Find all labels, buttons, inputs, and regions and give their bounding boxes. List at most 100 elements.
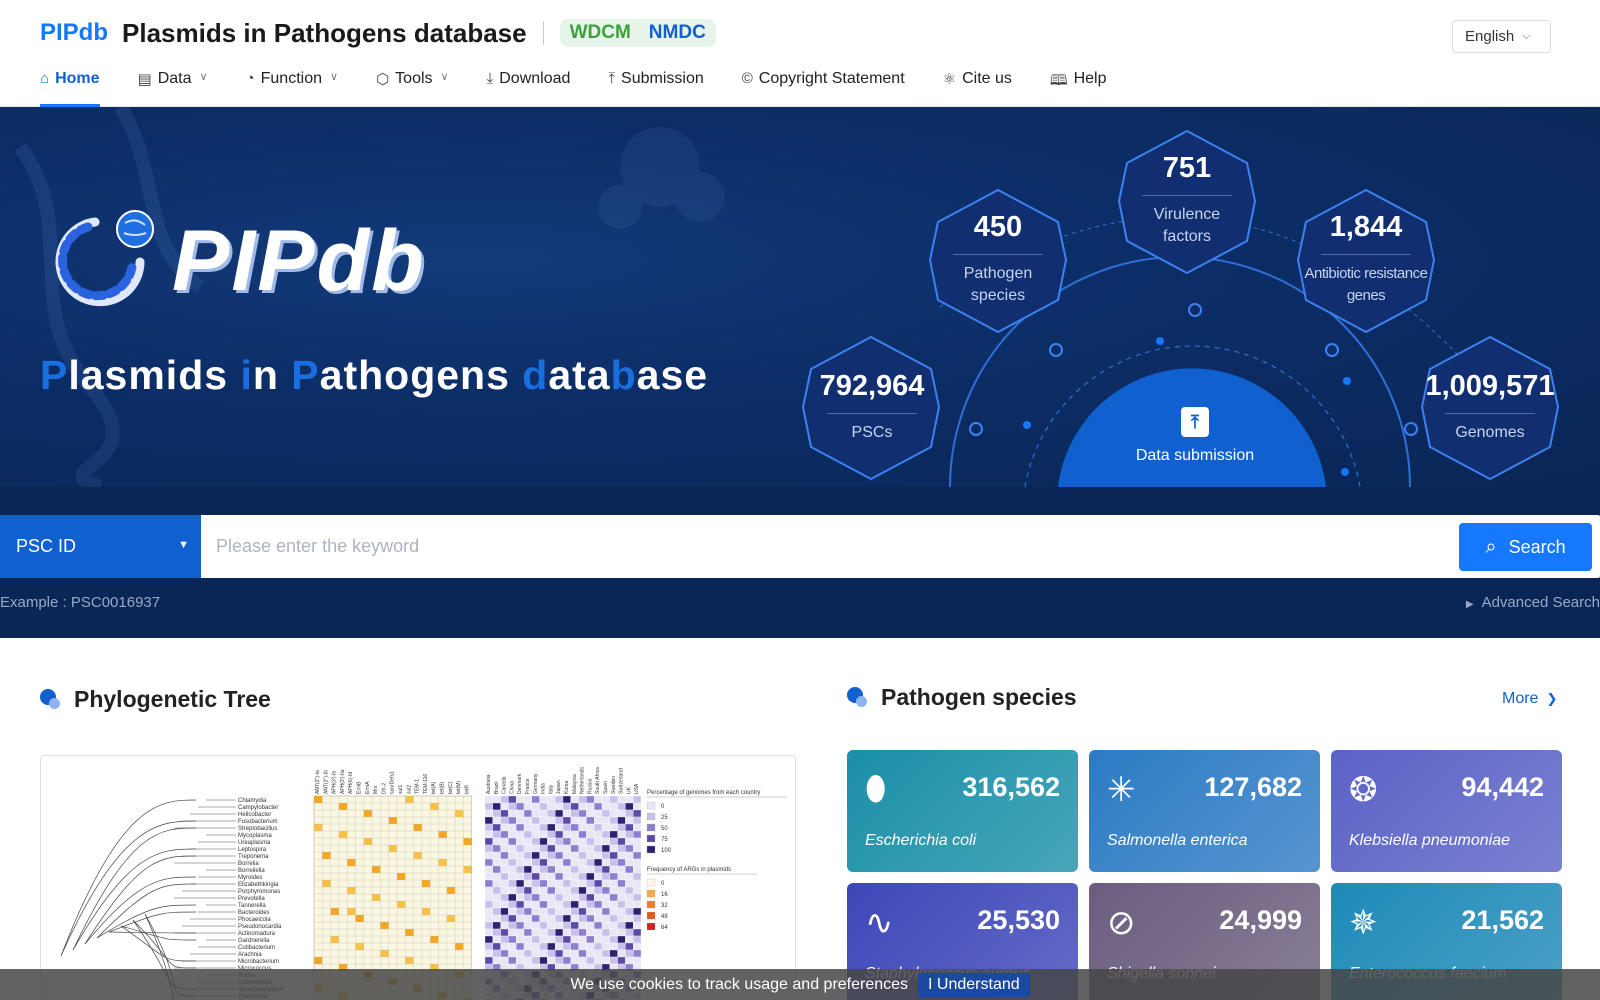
country-heatmap-cell <box>547 879 556 888</box>
phylogenetic-tree-heading: Phylogenetic Tree <box>40 686 271 713</box>
country-heatmap-cell <box>508 914 517 923</box>
country-heatmap-cell <box>523 858 532 867</box>
stat-virulence-factors[interactable]: 751 Virulence factors <box>1117 125 1257 275</box>
country-heatmap-cell <box>523 914 532 923</box>
country-heatmap-cell <box>601 886 610 895</box>
nav-submission[interactable]: ⤒ Submission <box>608 62 703 107</box>
country-heatmap-cell <box>539 921 548 930</box>
arg-heatmap-cell <box>380 950 389 957</box>
country-heatmap-cell <box>562 795 571 804</box>
stat-pscs-value: 792,964 <box>819 370 925 402</box>
wdcm-badge[interactable]: WDCM <box>570 22 631 44</box>
country-heatmap-cell <box>508 802 517 811</box>
phylogenetic-tree-figure[interactable]: Chlamydia Campylobacter Helicobacter Fusoba… <box>40 755 796 1000</box>
stat-virulence-value: 751 <box>1162 152 1212 184</box>
data-submission-button[interactable]: ⤒ Data submission <box>1060 387 1330 487</box>
advanced-search-link[interactable]: ▶ Advanced Search <box>1466 594 1600 611</box>
country-heatmap-cell <box>570 893 579 902</box>
atom-icon: ⚛ <box>942 71 957 88</box>
country-heatmap-cell <box>609 928 618 937</box>
book-icon: 🕮 <box>1049 72 1068 89</box>
country-heatmap-cell <box>516 795 525 804</box>
country-heatmap-cell <box>531 942 540 951</box>
country-heatmap-cell <box>516 837 525 846</box>
download-icon: ⤓ <box>486 70 494 87</box>
tree-gene-label: tet(A) <box>431 781 437 794</box>
country-heatmap-cell <box>492 795 501 804</box>
country-heatmap-cell <box>484 816 493 825</box>
brand[interactable]: PIPdb Plasmids in Pathogens database WDC… <box>40 18 716 48</box>
tree-gene-label: tet(M) <box>456 781 462 794</box>
tree-taxon-label: Mycoplasma <box>238 833 272 839</box>
stat-arg[interactable]: 1,844 Antibiotic resistance genes <box>1296 184 1436 334</box>
country-heatmap-cell <box>500 907 509 916</box>
search-example[interactable]: Example : PSC0016937 <box>0 594 160 611</box>
nav-copyright[interactable]: © Copyright Statement <box>742 62 905 107</box>
language-select[interactable]: English ⌵ <box>1452 20 1551 53</box>
country-heatmap-cell <box>539 823 548 832</box>
search-button[interactable]: ⌕ Search <box>1459 523 1592 571</box>
arg-heatmap-cell <box>397 901 406 908</box>
nav-home-label: Home <box>55 70 100 87</box>
phylogenetic-tree-title: Phylogenetic Tree <box>74 686 271 712</box>
arg-heatmap-cell <box>405 796 414 803</box>
country-heatmap-cell <box>570 900 579 909</box>
nav-function-label: Function <box>260 70 322 87</box>
arg-heatmap-cell <box>421 908 431 915</box>
country-heatmap-cell <box>547 872 556 881</box>
country-heatmap-cell <box>609 858 618 867</box>
country-heatmap-cell <box>523 823 532 832</box>
country-heatmap-cell <box>633 830 642 839</box>
pathogen-card[interactable]: ⬮ 316,562 Escherichia coli <box>847 750 1078 872</box>
pathogen-card[interactable]: ❂ 94,442 Klebsiella pneumoniae <box>1331 750 1562 872</box>
tagline-highlight-letter: d <box>522 352 549 398</box>
country-heatmap-cell <box>570 956 579 965</box>
country-heatmap-cell <box>633 900 642 909</box>
tree-gene-label: sporDefs1 <box>390 771 396 794</box>
nav-download[interactable]: ⤓ Download <box>487 62 571 107</box>
tree-country-label: Australia <box>486 774 492 794</box>
nav-cite[interactable]: ⚛ Cite us <box>943 62 1012 107</box>
nav-data[interactable]: ▤ Data ∨ <box>138 62 208 107</box>
country-heatmap-cell <box>555 858 564 867</box>
nav-home[interactable]: ⌂ Home <box>40 62 100 107</box>
country-heatmap-cell <box>633 886 642 895</box>
pathogen-card-name: Escherichia coli <box>865 832 977 849</box>
nav-help[interactable]: 🕮 Help <box>1050 62 1107 107</box>
country-heatmap-cell <box>578 956 587 965</box>
country-heatmap-cell <box>601 914 610 923</box>
country-heatmap-cell <box>601 956 610 965</box>
nav-function[interactable]: ◔ Function ∨ <box>246 62 339 107</box>
country-heatmap-cell <box>516 816 525 825</box>
nmdc-badge[interactable]: NMDC <box>649 22 706 44</box>
stat-genomes[interactable]: 1,009,571 Genomes <box>1420 332 1560 482</box>
country-heatmap-cell <box>539 802 548 811</box>
country-heatmap-cell <box>609 816 618 825</box>
more-link[interactable]: More ❯ <box>1502 690 1557 708</box>
search-field-select[interactable]: PSC ID ▼ <box>0 515 201 578</box>
country-heatmap-cell <box>594 907 603 916</box>
country-heatmap-cell <box>531 900 540 909</box>
stat-pathogen-species[interactable]: 450 Pathogen species <box>928 184 1068 334</box>
country-heatmap-cell <box>617 907 626 916</box>
tree-taxon-label: Tannerella <box>238 903 266 909</box>
cube-icon: ⬡ <box>376 71 390 88</box>
nav-tools[interactable]: ⬡ Tools ∨ <box>376 62 449 107</box>
partner-badges[interactable]: WDCM NMDC <box>559 19 716 47</box>
country-heatmap-cell <box>617 830 626 839</box>
cookie-accept-button[interactable]: I Understand <box>918 972 1030 997</box>
country-heatmap-cell <box>508 942 517 951</box>
search-input[interactable] <box>201 515 1451 578</box>
stat-pscs[interactable]: 792,964 PSCs <box>802 332 942 482</box>
country-heatmap-cell <box>601 823 610 832</box>
brand-short[interactable]: PIPdb <box>40 19 108 47</box>
country-heatmap-cell <box>531 872 540 881</box>
country-heatmap-cell <box>594 935 603 944</box>
pathogen-card[interactable]: ✳ 127,682 Salmonella enterica <box>1089 750 1320 872</box>
country-heatmap-cell <box>578 802 587 811</box>
arg-heatmap-cell <box>372 894 381 901</box>
arg-heatmap-cell <box>430 936 439 943</box>
tree-taxon-label: Gardnerella <box>238 938 270 944</box>
country-heatmap-cell <box>555 851 564 860</box>
country-heatmap-cell <box>570 886 579 895</box>
